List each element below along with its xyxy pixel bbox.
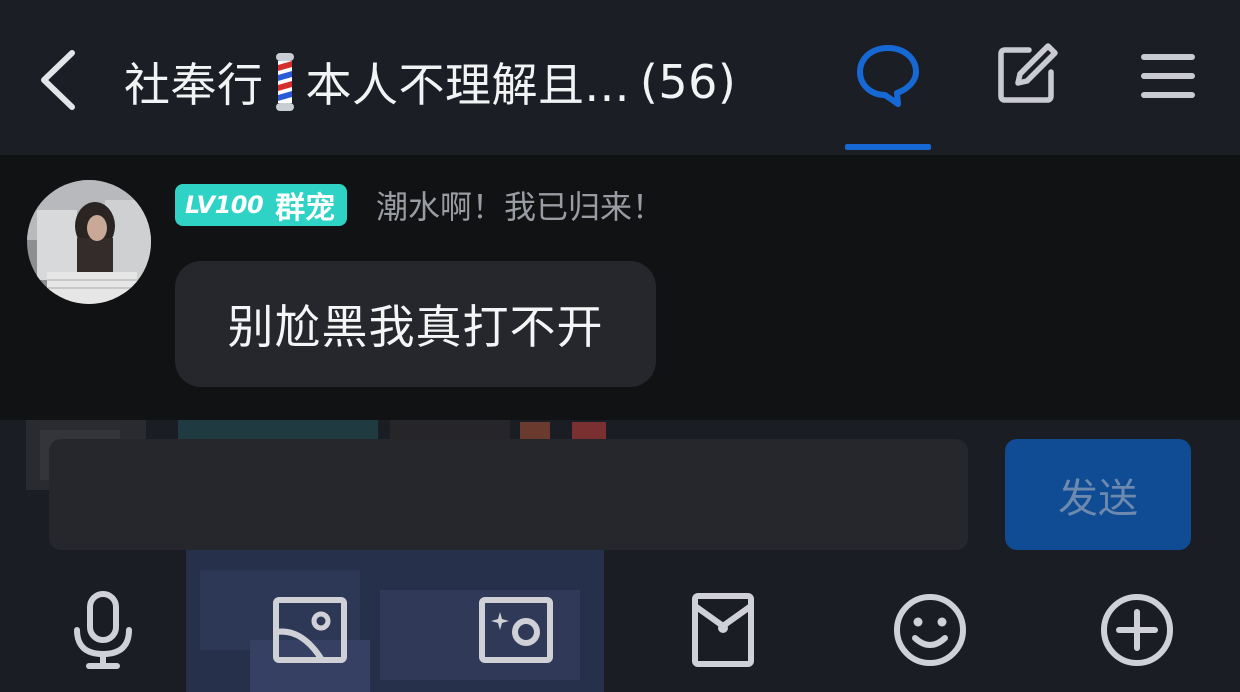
camera-icon: [479, 597, 553, 663]
emoji-icon: [894, 594, 966, 666]
tab-chat[interactable]: [848, 40, 928, 120]
chat-title-suffix: 本人不理解且...: [305, 58, 630, 112]
send-button[interactable]: 发送: [1005, 439, 1191, 550]
more-button[interactable]: [1095, 588, 1179, 672]
emoji-button[interactable]: [888, 588, 972, 672]
member-title: 群宠: [275, 191, 336, 226]
chevron-left-icon: [41, 50, 75, 110]
avatar-photo: [27, 180, 151, 304]
edit-square-icon: [998, 43, 1058, 103]
message-bubble[interactable]: 别尬黑我真打不开: [175, 261, 656, 387]
plus-icon: [1101, 594, 1173, 666]
sender-nickname[interactable]: 潮水啊！我已归来！: [376, 186, 664, 228]
edit-button[interactable]: [986, 40, 1066, 120]
red-packet-button[interactable]: [681, 588, 765, 672]
chat-title: 社奉行 本人不理解且... (56): [124, 42, 736, 122]
message-text: 别尬黑我真打不开: [227, 300, 604, 354]
image-icon: [273, 597, 347, 663]
message-input[interactable]: [49, 439, 968, 550]
member-level-badge: LV100 群宠: [175, 184, 348, 226]
level-label: LV100: [185, 191, 264, 219]
chat-bubble-icon: [857, 45, 919, 107]
microphone-icon: [74, 591, 132, 669]
top-bar: 社奉行 本人不理解且... (56): [0, 0, 1240, 155]
avatar[interactable]: [27, 180, 151, 304]
member-count: (56): [639, 55, 737, 109]
hamburger-menu-icon: [1141, 54, 1195, 98]
barber-pole-emoji-icon: [275, 53, 294, 111]
camera-button[interactable]: [474, 588, 558, 672]
chat-title-prefix: 社奉行: [124, 58, 264, 112]
menu-button[interactable]: [1127, 40, 1207, 120]
red-packet-icon: [692, 593, 754, 667]
voice-button[interactable]: [61, 588, 145, 672]
active-tab-indicator: [845, 144, 931, 150]
image-button[interactable]: [268, 588, 352, 672]
back-button[interactable]: [30, 45, 90, 115]
